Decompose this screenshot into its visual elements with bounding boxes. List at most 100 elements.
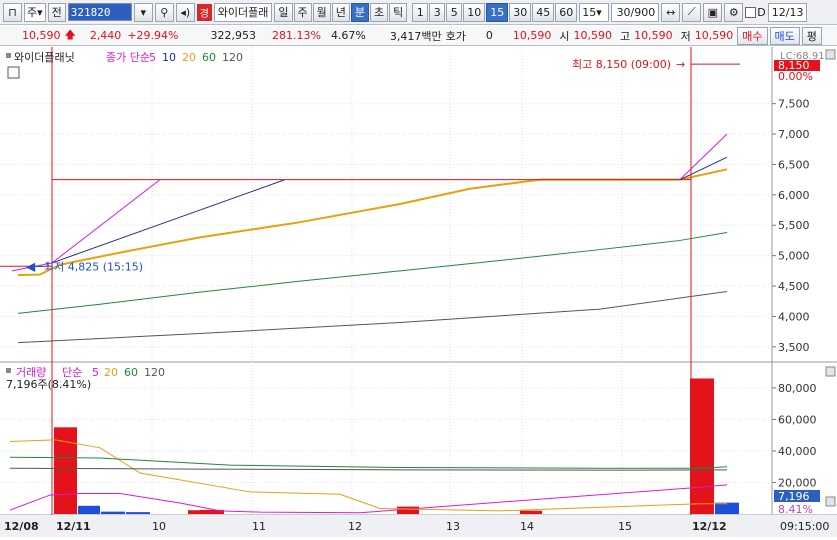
open-price: 10,590 [573, 29, 613, 42]
scroll-up-icon[interactable] [825, 49, 836, 60]
panel-marker-icon [6, 53, 11, 58]
period-tab-2[interactable]: 월 [312, 2, 331, 22]
volume-legend-5[interactable]: 120 [144, 366, 165, 379]
quote-bar: 10,590 🡅 2,440 +29.94% 322,953 281.13% 4… [0, 26, 837, 46]
volume-bar [101, 511, 125, 514]
amount: 3,417백만 [389, 29, 442, 43]
interval-tab-3[interactable]: 10 [463, 2, 486, 22]
high-label: 고 [620, 29, 631, 43]
price_panel-legend-5[interactable]: 120 [222, 51, 243, 64]
buy-button[interactable]: 매수 [737, 26, 768, 45]
interval-select-value: 15 [582, 5, 597, 19]
volume-legend-2[interactable]: 5 [92, 366, 99, 379]
interval-tab-2[interactable]: 5 [446, 2, 463, 22]
low-annotation: 최저 4,825 (15:15) [44, 260, 143, 273]
mode-select[interactable]: 주 ▾ [24, 2, 46, 22]
period-tab-4[interactable]: 분 [350, 2, 370, 22]
low-label: 저 [680, 29, 691, 43]
stock-code-input[interactable] [67, 3, 132, 21]
volume-ratio: 281.13% [271, 29, 321, 42]
mode-value: 주 [27, 6, 38, 19]
interval-tab-0[interactable]: 1 [412, 2, 429, 22]
x-tick-label: 12/11 [56, 520, 91, 533]
price_panel-legend-0[interactable]: 종가 단순 [106, 51, 150, 64]
chevron-down-icon: ▾ [596, 5, 602, 19]
interval-tab-6[interactable]: 45 [532, 2, 555, 22]
avg-button[interactable]: 평 [801, 26, 822, 45]
volume-bar [715, 502, 739, 514]
x-tick-label: 12/12 [692, 520, 727, 533]
up-arrow-icon: 🡅 [64, 28, 76, 41]
count-input[interactable]: 30/900 [611, 2, 660, 22]
x-tick-label: 13 [446, 520, 460, 533]
search-icon[interactable]: ⚲ [154, 2, 174, 22]
d-checkbox[interactable] [745, 6, 757, 18]
period-tab-0[interactable]: 일 [274, 2, 293, 22]
x-tick-label: 12/08 [4, 520, 39, 533]
price_panel-legend-2[interactable]: 10 [162, 51, 176, 64]
volume-bar [126, 512, 150, 514]
price_panel-legend-4[interactable]: 60 [202, 51, 216, 64]
price-y-tick-label: 4,000 [778, 310, 810, 323]
volume-bar [690, 378, 714, 514]
code-dropdown-icon[interactable]: ▾ [133, 2, 153, 22]
chevron-down-icon: ▾ [37, 5, 43, 19]
hoga-label: 호가 [445, 29, 466, 43]
layout-icon[interactable]: ⊓ [3, 2, 22, 22]
volume-y-tick-label: 80,000 [778, 382, 817, 395]
type-button[interactable]: 전 [47, 2, 66, 22]
stock-chart[interactable]: 최고 8,150 (09:00) →◀─ 최저 4,825 (15:15)LC:68… [0, 47, 837, 537]
high-arrow-icon: → [676, 58, 685, 71]
speaker-icon[interactable]: ◂) [175, 2, 195, 22]
interval-select[interactable]: 15 ▾ [579, 2, 610, 22]
toolbar: ⊓ 주▾ 전 ▾ ⚲ ◂) 경 와이더플래 일주월년분초틱 1351015304… [0, 0, 837, 25]
add-indicator-icon[interactable]: ↔ [661, 2, 681, 22]
volume: 322,953 [210, 29, 256, 42]
interval-tab-7[interactable]: 60 [555, 2, 578, 22]
x-tick-label: 11 [252, 520, 266, 533]
x-axis-time: 09:15:00 [780, 520, 829, 533]
interval-tab-4[interactable]: 15 [486, 2, 509, 22]
period-tab-5[interactable]: 초 [370, 2, 389, 22]
price-y-tick-label: 7,500 [778, 98, 810, 111]
price-y-tick-label: 5,000 [778, 250, 810, 263]
draw-icon[interactable]: ⟋ [682, 2, 702, 22]
period-tab-6[interactable]: 틱 [389, 2, 408, 22]
sell-button[interactable]: 매도 [769, 26, 800, 45]
plot-background [0, 47, 772, 515]
volume-legend-3[interactable]: 20 [104, 366, 118, 379]
interval-tab-1[interactable]: 3 [429, 2, 446, 22]
scroll-up-icon-volume[interactable] [825, 366, 836, 377]
x-tick-label: 10 [152, 520, 166, 533]
price-panel-name: 와이더플래닛 [14, 51, 75, 64]
x-tick-label: 15 [618, 520, 632, 533]
interval-tab-5[interactable]: 30 [509, 2, 532, 22]
price-y-tick-label: 5,500 [778, 219, 810, 232]
period-tab-3[interactable]: 년 [331, 2, 350, 22]
volume-pct-tag: 8.41% [778, 503, 813, 516]
price-y-tick-label: 6,500 [778, 158, 810, 171]
period-tab-1[interactable]: 주 [293, 2, 312, 22]
price-change: 2,440 [89, 29, 122, 42]
price-change-pct: +29.94% [127, 29, 179, 42]
scroll-down-icon[interactable] [825, 496, 836, 507]
period-tabs: 일주월년분초틱 [274, 2, 408, 22]
x-tick-label: 14 [520, 520, 534, 533]
high-annotation: 최고 8,150 (09:00) [572, 58, 671, 71]
price_panel-legend-3[interactable]: 20 [182, 51, 196, 64]
interval-tabs: 1 3 5 10 15 30 45 60 [412, 2, 578, 22]
date-field[interactable]: 12/13 [767, 2, 808, 22]
open-label: 시 [559, 29, 570, 43]
price-y-tick-label: 7,000 [778, 128, 810, 141]
price-legend: 종가 단순 5 10 20 60 120 [106, 51, 243, 64]
volume-legend-4[interactable]: 60 [124, 366, 138, 379]
volume-panel-marker-icon [6, 368, 11, 373]
save-icon[interactable]: ▣ [703, 2, 723, 22]
chart-area[interactable]: 최고 8,150 (09:00) → ◀─ 최저 4,825 (15:15) LC:68… [0, 47, 837, 537]
gear-icon[interactable]: ⚙ [724, 2, 744, 22]
d-checkbox-group[interactable]: D [745, 6, 766, 19]
price_panel-legend-1[interactable]: 5 [149, 51, 156, 64]
low-price: 10,590 [694, 29, 734, 42]
stock-name[interactable]: 와이더플래 [213, 2, 273, 22]
low-arrow-icon: ◀─ [26, 259, 43, 273]
